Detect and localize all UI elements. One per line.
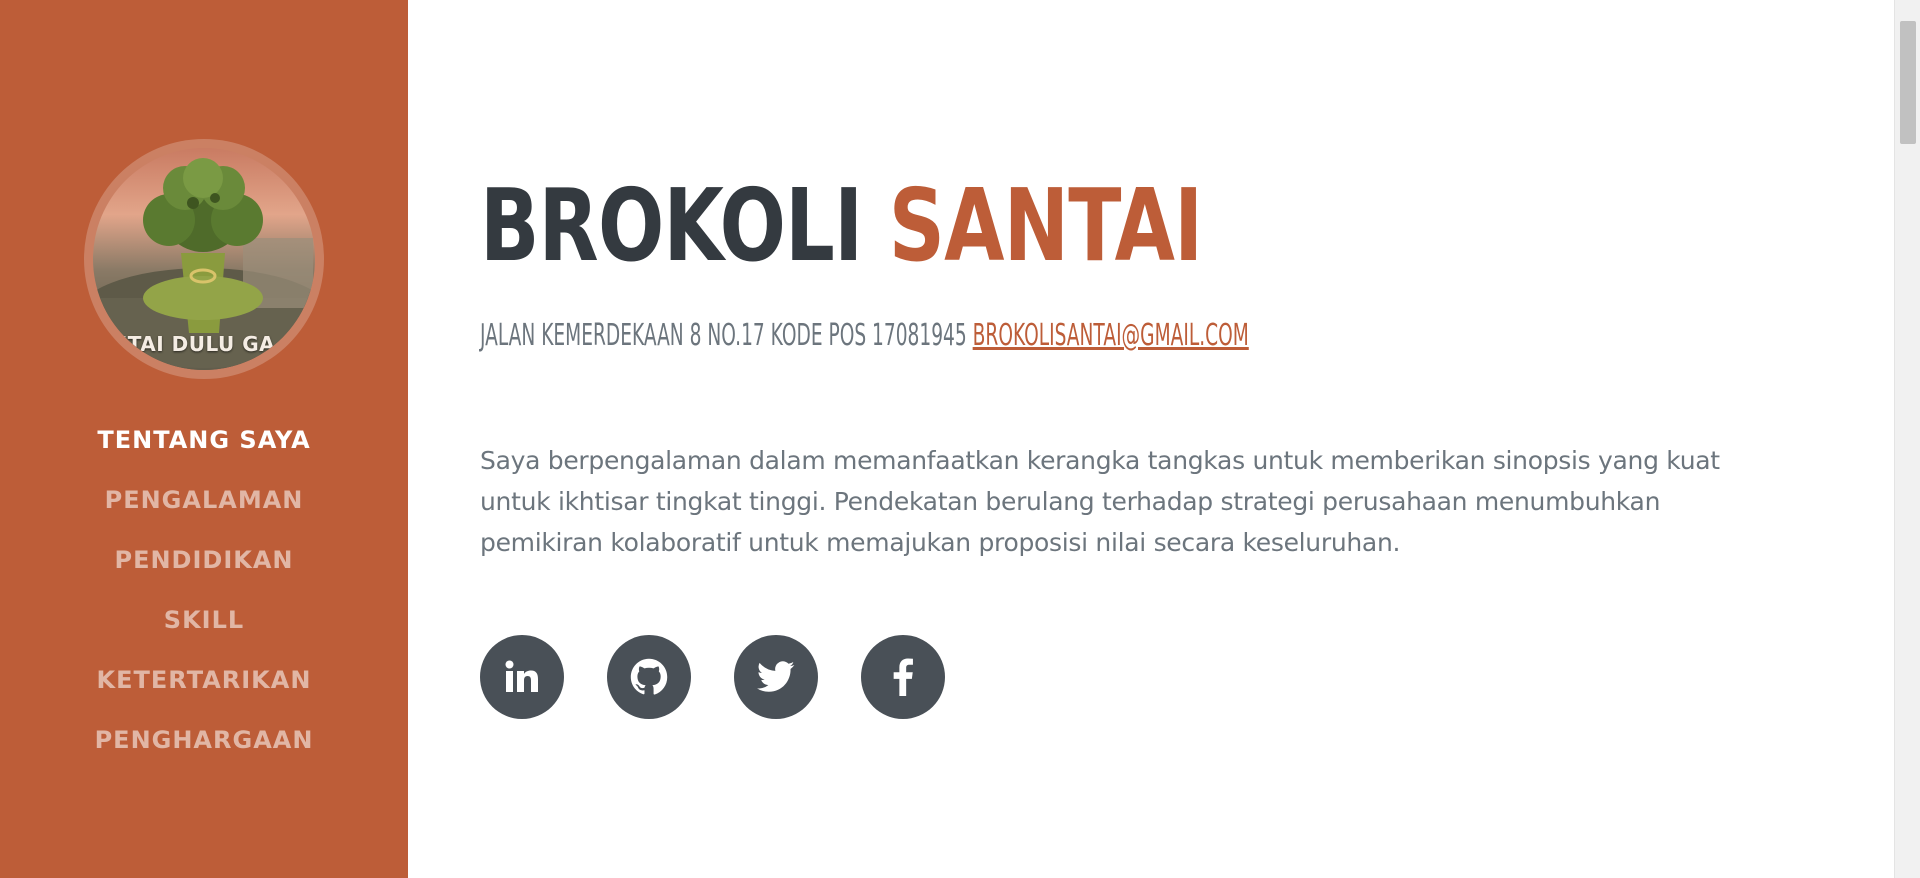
avatar-caption: NTAI DULU GA S xyxy=(110,332,298,356)
github-button[interactable] xyxy=(607,635,691,719)
nav-link-skill[interactable]: SKILL xyxy=(164,606,244,634)
email-link[interactable]: BROKOLISANTAI@GMAIL.COM xyxy=(973,318,1249,353)
linkedin-button[interactable] xyxy=(480,635,564,719)
nav-link-pendidikan[interactable]: PENDIDIKAN xyxy=(114,546,293,574)
page-scrollbar[interactable] xyxy=(1894,0,1920,878)
nav-item-pendidikan: PENDIDIKAN xyxy=(0,530,408,590)
linkedin-icon xyxy=(505,660,538,692)
nav-link-penghargaan[interactable]: PENGHARGAAN xyxy=(95,726,314,754)
nav-item-penghargaan: PENGHARGAAN xyxy=(0,710,408,770)
sidebar-nav: TENTANG SAYA PENGALAMAN PENDIDIKAN SKILL… xyxy=(0,410,408,770)
profile-avatar: NTAI DULU GA S xyxy=(84,139,324,379)
first-name: BROKOLI xyxy=(480,167,863,284)
social-links xyxy=(480,635,988,719)
nav-item-ketertarikan: KETERTARIKAN xyxy=(0,650,408,710)
nav-link-pengalaman[interactable]: PENGALAMAN xyxy=(105,486,304,514)
nav-item-pengalaman: PENGALAMAN xyxy=(0,470,408,530)
twitter-icon xyxy=(757,661,795,692)
contact-line: JALAN KEMERDEKAAN 8 NO.17 KODE POS 17081… xyxy=(480,318,1249,353)
nav-link-ketertarikan[interactable]: KETERTARIKAN xyxy=(97,666,312,694)
nav-link-tentang-saya[interactable]: TENTANG SAYA xyxy=(97,426,310,454)
scrollbar-thumb[interactable] xyxy=(1900,21,1916,144)
nav-item-skill: SKILL xyxy=(0,590,408,650)
sidebar: NTAI DULU GA S TENTANG SAYA PENGALAMAN P… xyxy=(0,0,408,878)
page-title: BROKOLI SANTAI xyxy=(480,176,1203,276)
nav-item-tentang-saya: TENTANG SAYA xyxy=(0,410,408,470)
facebook-button[interactable] xyxy=(861,635,945,719)
address-text: JALAN KEMERDEKAAN 8 NO.17 KODE POS 17081… xyxy=(480,318,967,353)
about-text: Saya berpengalaman dalam memanfaatkan ke… xyxy=(480,446,1720,557)
last-name: SANTAI xyxy=(888,167,1203,284)
avatar-image: NTAI DULU GA S xyxy=(93,148,315,370)
twitter-button[interactable] xyxy=(734,635,818,719)
github-icon xyxy=(630,658,668,695)
facebook-icon xyxy=(893,658,913,696)
